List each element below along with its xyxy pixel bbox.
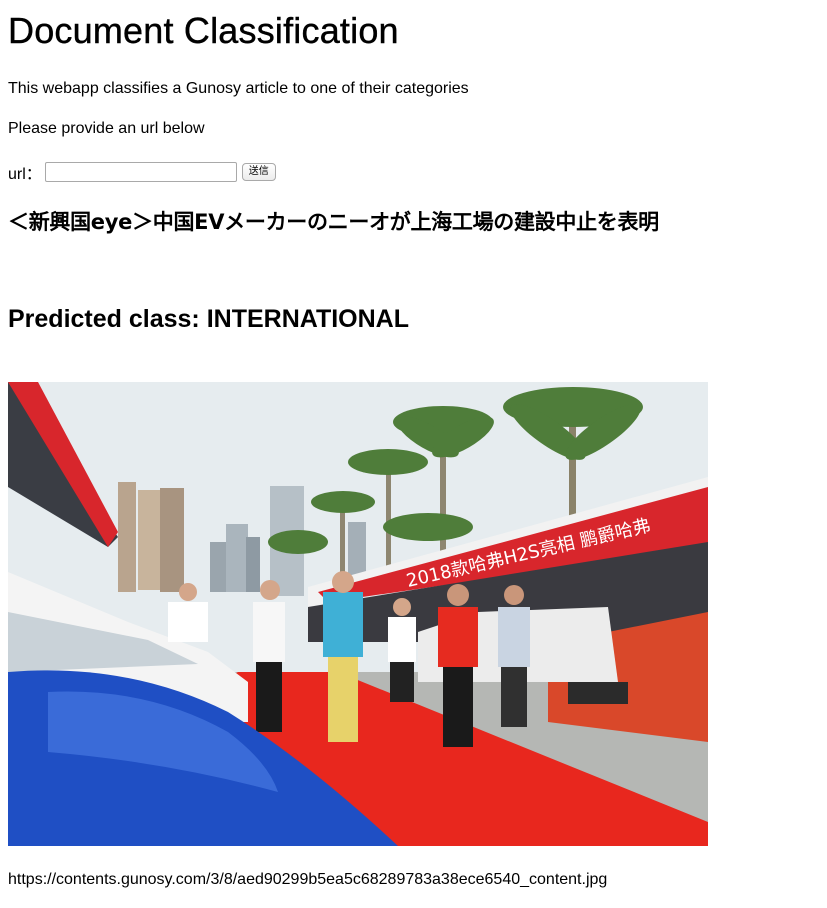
article-title: ＜新興国eye＞中国EVメーカーのニーオが上海工場の建設中止を表明	[8, 210, 659, 234]
page-title: Document Classification	[8, 10, 399, 51]
page-description: This webapp classifies a Gunosy article …	[8, 80, 469, 97]
url-form: url： 送信	[8, 160, 276, 184]
url-prompt: Please provide an url below	[8, 120, 205, 137]
submit-button[interactable]: 送信	[241, 163, 276, 181]
url-label: url：	[8, 166, 42, 183]
predicted-class: Predicted class: INTERNATIONAL	[8, 305, 410, 333]
car-show-photo: 2018款哈弗H2S亮相 鹏爵哈弗	[8, 382, 708, 846]
article-image: 2018款哈弗H2S亮相 鹏爵哈弗	[8, 382, 708, 846]
url-input[interactable]	[44, 162, 237, 182]
image-url: https://contents.gunosy.com/3/8/aed90299…	[8, 871, 608, 888]
